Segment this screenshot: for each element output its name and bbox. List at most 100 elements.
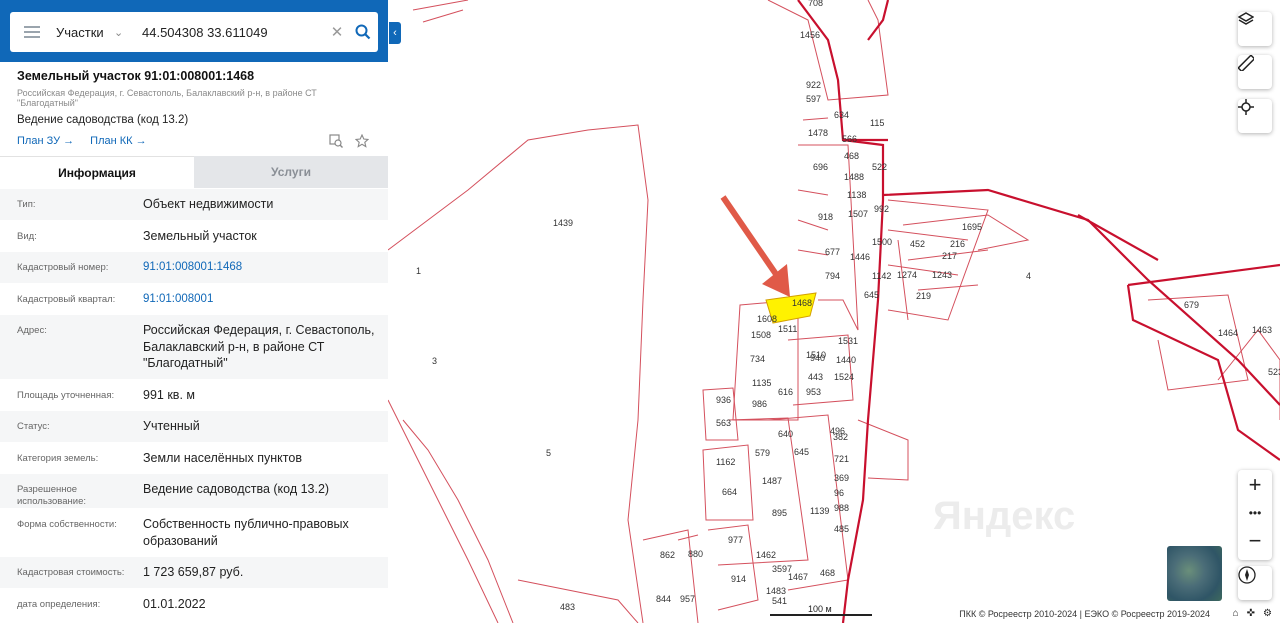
info-row: Тип: Объект недвижимости: [0, 188, 388, 220]
info-row: Кадастровая стоимость: 1 723 659,87 руб.: [0, 556, 388, 588]
pointer-arrow: [720, 195, 790, 297]
parcel-label: 1162: [716, 457, 735, 467]
bottom-tools: ⌂ ✜ ⚙: [1233, 608, 1272, 619]
tab-info[interactable]: Информация: [0, 156, 194, 188]
parcel-label: 563: [716, 418, 731, 428]
search-icon[interactable]: [348, 24, 378, 40]
map-canvas[interactable]: 708 1456 922 597 634 566 115 1478 696 468 1488 522 1…: [388, 0, 1280, 623]
compass-button[interactable]: [1238, 566, 1272, 600]
star-icon[interactable]: [355, 134, 369, 148]
parcel-label: 1478: [808, 128, 828, 138]
info-row: Адрес: Российская Федерация, г. Севастопо…: [0, 314, 388, 379]
info-key: Тип:: [17, 199, 36, 210]
search-input[interactable]: 44.504308 33.611049: [142, 25, 326, 40]
parcel-label: 1243: [932, 270, 952, 280]
info-key: Вид:: [17, 230, 37, 242]
collapse-panel-button[interactable]: ‹: [389, 22, 401, 44]
parcel-label: 721: [834, 454, 849, 464]
more-icon[interactable]: •••: [1238, 500, 1272, 526]
parcel-label: 1439: [553, 218, 573, 228]
crosshair-icon: [1238, 99, 1254, 115]
parcel-label: 645: [794, 447, 809, 457]
info-key: Адрес:: [17, 325, 47, 336]
cadastral-number-link[interactable]: 91:01:008001:1468: [143, 252, 378, 283]
parcel-label: 1139: [810, 506, 829, 516]
parcel-label: 940: [810, 353, 825, 363]
satellite-layer-thumbnail[interactable]: [1167, 546, 1222, 601]
settings-icon[interactable]: ⚙: [1263, 608, 1272, 619]
scale-bar: 100 м: [770, 604, 872, 616]
info-row: Разрешенное использование: Ведение садово…: [0, 473, 388, 508]
parcel-label: 936: [716, 395, 731, 405]
parcel-label: 1: [416, 266, 421, 276]
info-value: Ведение садоводства (код 13.2): [143, 482, 330, 496]
parcel-label: 1483: [766, 586, 786, 596]
info-panel: Участки ⌄ 44.504308 33.611049 ✕ Земельны…: [0, 0, 389, 623]
pin-icon[interactable]: ✜: [1247, 608, 1255, 619]
parcel-label: 1463: [1252, 325, 1272, 335]
parcel-label: 1500: [872, 237, 892, 247]
info-key: Кадастровый квартал:: [17, 293, 116, 305]
scale-line: [770, 614, 872, 616]
parcel-label: 1511: [778, 324, 797, 334]
parcel-label: 523: [1268, 367, 1280, 377]
plan-zu-link[interactable]: План ЗУ →: [17, 135, 74, 147]
tab-services[interactable]: Услуги: [194, 156, 388, 188]
search-box: Участки ⌄ 44.504308 33.611049 ✕: [10, 12, 378, 52]
cadastral-map[interactable]: 708 1456 922 597 634 566 115 1478 696 468 1488 522 1…: [388, 0, 1280, 623]
zoom-in-button[interactable]: +: [1238, 470, 1272, 500]
parcel-label: 957: [680, 594, 695, 604]
parcel-label: 1467: [788, 572, 808, 582]
parcel-label: 541: [772, 596, 787, 606]
parcel-label: 566: [842, 134, 857, 144]
parcel-label: 1446: [850, 252, 870, 262]
parcel-label: 1524: [834, 372, 854, 382]
locate-button[interactable]: [1238, 99, 1272, 133]
info-row: Форма собственности: Собственность публич…: [0, 508, 388, 556]
parcel-label: 1138: [847, 190, 866, 200]
parcel-label: 1142: [872, 271, 891, 281]
parcel-use: Ведение садоводства (код 13.2): [17, 114, 189, 126]
parcel-label: 1488: [844, 172, 864, 182]
cadastral-quarter-link[interactable]: 91:01:008001: [143, 284, 378, 315]
info-key: Кадастровая стоимость:: [17, 567, 125, 578]
parcel-label: 880: [688, 549, 703, 559]
parcel-label: 1608: [757, 314, 777, 324]
info-row: Статус: Учтенный: [0, 410, 388, 442]
parcel-label: 640: [778, 429, 793, 439]
parcel-label: 216: [950, 239, 965, 249]
parcel-label: 1456: [800, 30, 820, 40]
parcel-label: 634: [834, 110, 849, 120]
parcel-label: 794: [825, 271, 840, 281]
parcel-label: 992: [874, 204, 889, 214]
info-row: Категория земель: Земли населённых пункто…: [0, 441, 388, 474]
parcel-address-short: Российская Федерация, г. Севастополь, Ба…: [17, 88, 317, 108]
menu-icon[interactable]: [24, 26, 40, 38]
layers-button[interactable]: [1238, 12, 1272, 46]
parcel-label: 1274: [897, 270, 917, 280]
home-icon[interactable]: ⌂: [1233, 608, 1239, 619]
info-table: Тип: Объект недвижимости Вид: Земельный уч…: [0, 188, 388, 619]
parcel-label: 369: [834, 473, 849, 483]
chevron-down-icon[interactable]: ⌄: [114, 26, 132, 39]
parcel-label: 986: [752, 399, 767, 409]
plan-kk-link[interactable]: План КК →: [90, 135, 146, 147]
parcel-label: 522: [872, 162, 887, 172]
info-value: 1 723 659,87 руб.: [143, 565, 244, 579]
search-type-select[interactable]: Участки: [56, 25, 114, 40]
parcel-label: 844: [656, 594, 671, 604]
info-value: 01.01.2022: [143, 596, 206, 611]
info-value: Собственность публично-правовых образова…: [143, 517, 349, 548]
info-key: Статус:: [17, 421, 50, 432]
parcel-label: 862: [660, 550, 675, 560]
clear-icon[interactable]: ✕: [326, 23, 348, 41]
parcel-label: 217: [942, 251, 957, 261]
info-key: Площадь уточненная:: [17, 389, 115, 401]
parcel-label: 4: [1026, 271, 1031, 281]
zoom-out-button[interactable]: −: [1238, 526, 1272, 556]
parcel-label: 579: [755, 448, 770, 458]
info-key: дата определения:: [17, 598, 101, 610]
zoom-to-icon[interactable]: [329, 134, 343, 148]
parcel-label: 5: [546, 448, 551, 458]
ruler-button[interactable]: [1238, 55, 1272, 89]
